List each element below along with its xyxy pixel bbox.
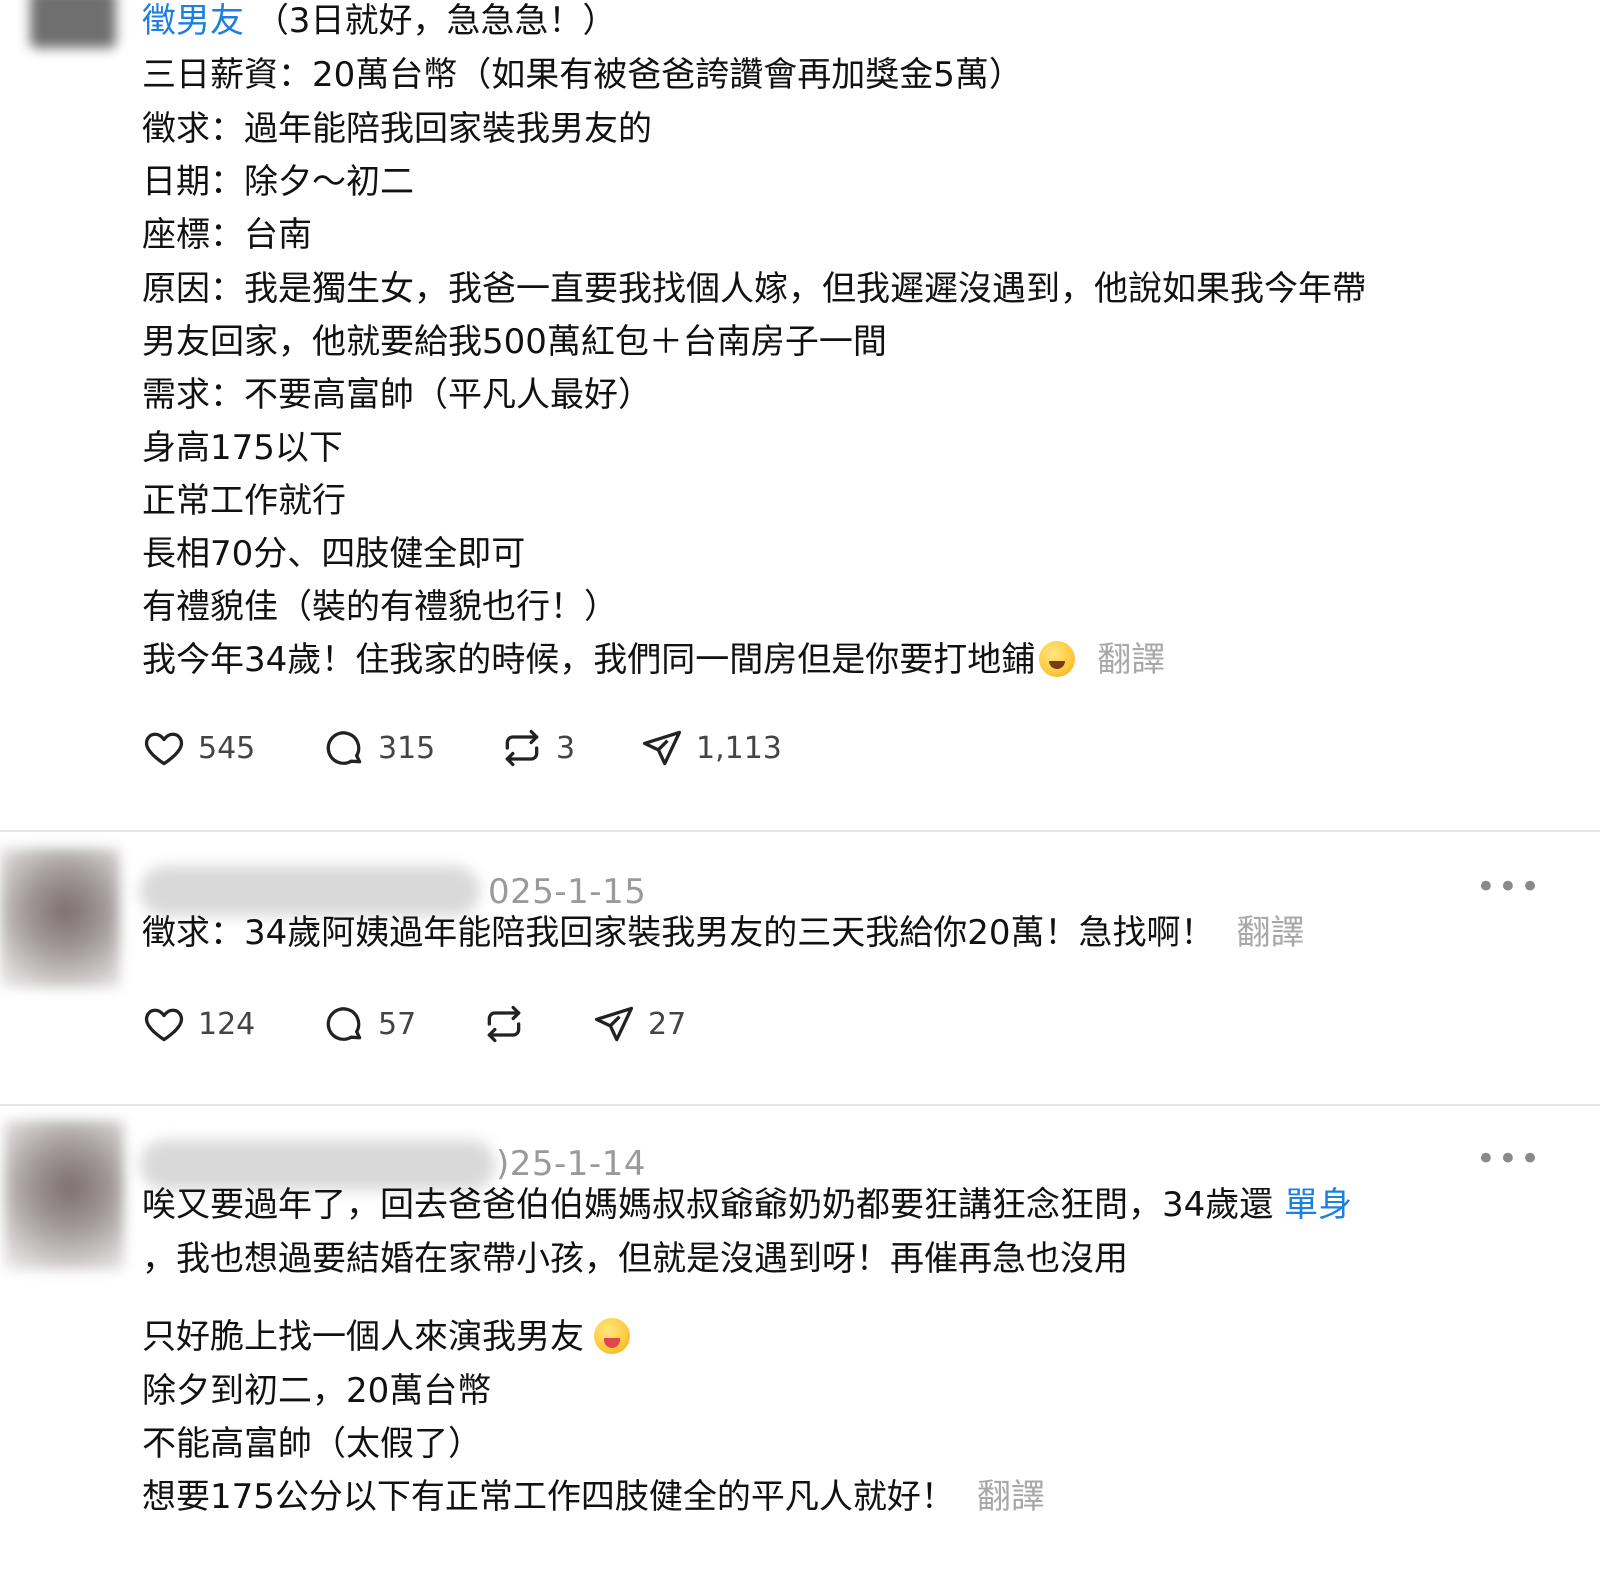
post-line: 只好脆上找一個人來演我男友 xyxy=(142,1310,630,1364)
repost-button[interactable] xyxy=(482,1002,592,1046)
post-line: 需求：不要高富帥（平凡人最好） xyxy=(142,375,652,415)
title-link[interactable]: 徵男友 xyxy=(142,1,244,41)
avatar[interactable] xyxy=(30,0,116,48)
laughing-tears-emoji-icon xyxy=(1039,641,1076,677)
repost-count: 3 xyxy=(556,730,576,766)
action-bar: 124 57 27 xyxy=(142,1000,752,1048)
share-count: 27 xyxy=(648,1006,687,1042)
post-line: 身高175以下 xyxy=(142,428,343,468)
post-1: 徵男友 （3日就好，急急急！） 三日薪資：20萬台幣（如果有被爸爸誇讚會再加獎金… xyxy=(0,0,1600,812)
heart-icon xyxy=(144,732,184,766)
repost-icon xyxy=(505,729,539,767)
avatar[interactable] xyxy=(4,1120,124,1270)
post-title: 徵男友 （3日就好，急急急！） xyxy=(142,0,616,48)
like-count: 124 xyxy=(198,1006,256,1042)
divider xyxy=(0,830,1600,832)
repost-icon xyxy=(487,1005,521,1043)
like-count: 545 xyxy=(198,730,256,766)
post-line: 正常工作就行 xyxy=(142,481,346,521)
more-options-button[interactable]: ••• xyxy=(1476,870,1542,904)
like-button[interactable]: 124 xyxy=(142,1002,322,1046)
post-line: 徵求：過年能陪我回家裝我男友的 xyxy=(142,109,652,149)
post-line: 原因：我是獨生女，我爸一直要我找個人嫁，但我遲遲沒遇到，他說如果我今年帶 xyxy=(142,269,1366,309)
post-line: 想要175公分以下有正常工作四肢健全的平凡人就好！ 翻譯 xyxy=(142,1470,1045,1524)
post-line: 唉又要過年了，回去爸爸伯伯媽媽叔叔爺爺奶奶都要狂講狂念狂問，34歲還 單身 xyxy=(142,1178,1352,1232)
translate-link[interactable]: 翻譯 xyxy=(977,1477,1045,1517)
heart-icon xyxy=(144,1008,184,1042)
comment-button[interactable]: 315 xyxy=(322,726,500,770)
share-button[interactable]: 27 xyxy=(592,1002,752,1046)
post-line: 日期：除夕～初二 xyxy=(142,162,414,202)
comment-icon xyxy=(326,731,362,765)
action-bar: 545 315 3 1,113 xyxy=(142,724,800,772)
repost-button[interactable]: 3 xyxy=(500,726,640,770)
post-line: ，我也想過要結婚在家帶小孩，但就是沒遇到呀！再催再急也沒用 xyxy=(142,1239,1128,1279)
post-text: 徵求：34歲阿姨過年能陪我回家裝我男友的三天我給你20萬！急找啊！ 翻譯 xyxy=(142,906,1305,960)
post-line: 長相70分、四肢健全即可 xyxy=(142,534,526,574)
translate-link[interactable]: 翻譯 xyxy=(1097,640,1165,680)
send-icon xyxy=(594,1006,634,1042)
share-count: 1,113 xyxy=(696,730,782,766)
like-button[interactable]: 545 xyxy=(142,726,322,770)
translate-link[interactable]: 翻譯 xyxy=(1237,913,1305,953)
post-line-text: 唉又要過年了，回去爸爸伯伯媽媽叔叔爺爺奶奶都要狂講狂念狂問，34歲還 xyxy=(142,1185,1274,1225)
post-line: 男友回家，他就要給我500萬紅包＋台南房子一間 xyxy=(142,322,887,362)
post-line: 三日薪資：20萬台幣（如果有被爸爸誇讚會再加獎金5萬） xyxy=(142,55,1023,95)
post-last-line: 我今年34歲！住我家的時候，我們同一間房但是你要打地鋪 翻譯 xyxy=(142,633,1165,687)
post-line-text: 想要175公分以下有正常工作四肢健全的平凡人就好！ xyxy=(142,1477,955,1517)
hashtag-link[interactable]: 單身 xyxy=(1284,1185,1352,1225)
share-button[interactable]: 1,113 xyxy=(640,726,800,770)
post-line: 有禮貌佳（裝的有禮貌也行！） xyxy=(142,587,618,627)
post-line-text: 徵求：34歲阿姨過年能陪我回家裝我男友的三天我給你20萬！急找啊！ xyxy=(142,913,1215,953)
title-rest: （3日就好，急急急！） xyxy=(254,1,617,41)
avatar[interactable] xyxy=(0,848,120,988)
post-line-text: 只好脆上找一個人來演我男友 xyxy=(142,1317,584,1357)
comment-icon xyxy=(326,1007,362,1041)
comment-count: 315 xyxy=(378,730,436,766)
divider xyxy=(0,1104,1600,1106)
post-line-text: 我今年34歲！住我家的時候，我們同一間房但是你要打地鋪 xyxy=(142,640,1036,680)
post-line: 不能高富帥（太假了） xyxy=(142,1424,482,1464)
comment-button[interactable]: 57 xyxy=(322,1002,482,1046)
comment-count: 57 xyxy=(378,1006,417,1042)
more-options-button[interactable]: ••• xyxy=(1476,1142,1542,1176)
post-line: 座標：台南 xyxy=(142,215,312,255)
post-line: 除夕到初二，20萬台幣 xyxy=(142,1371,492,1411)
send-icon xyxy=(642,730,682,766)
tongue-out-emoji-icon xyxy=(594,1318,630,1354)
